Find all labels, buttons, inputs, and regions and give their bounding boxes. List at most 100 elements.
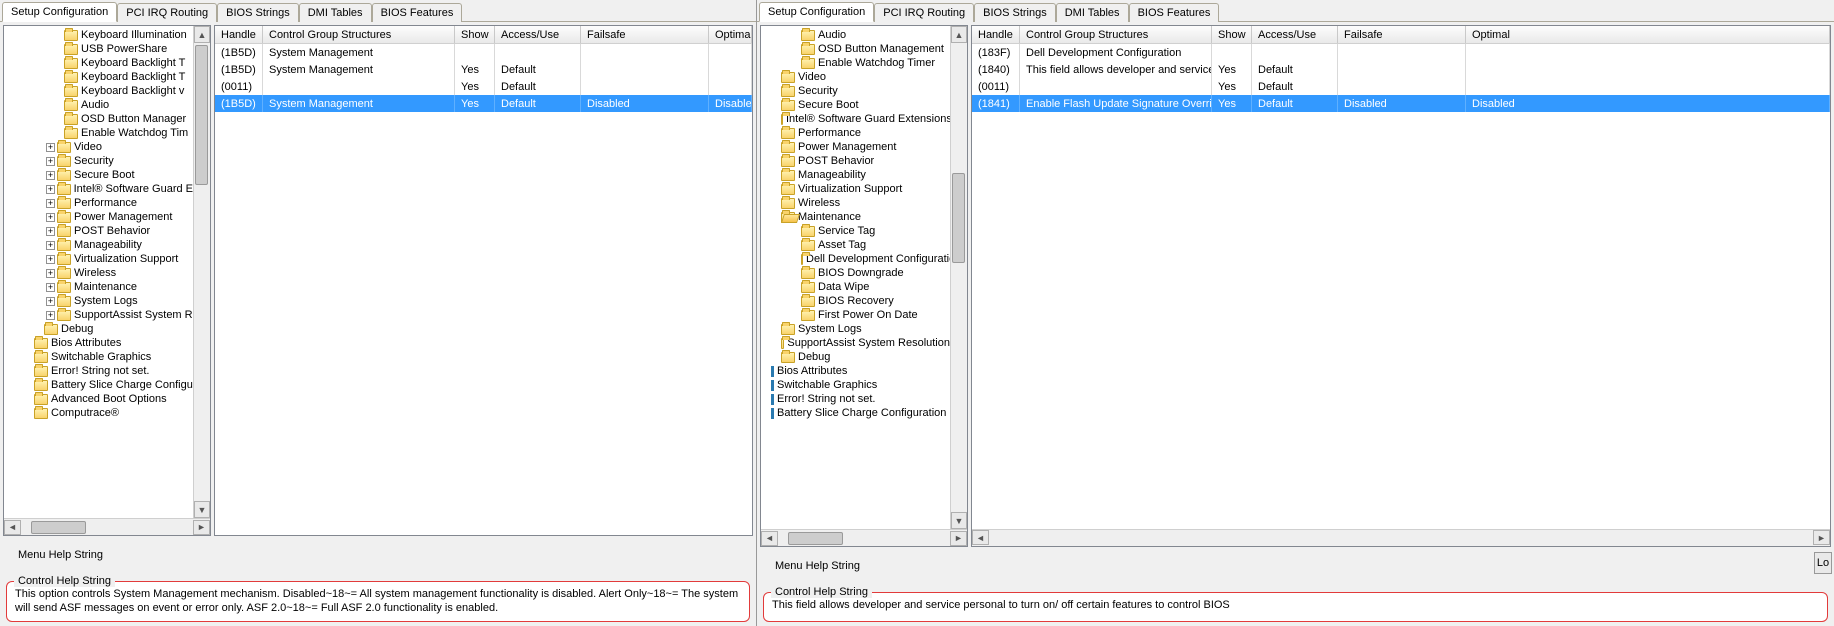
tree-item[interactable]: First Power On Date	[761, 308, 950, 322]
expander-icon[interactable]: +	[46, 283, 55, 292]
table-row[interactable]: (1840)This field allows developer and se…	[972, 61, 1830, 78]
col-show[interactable]: Show	[455, 26, 495, 43]
tree-item[interactable]: Maintenance	[761, 210, 950, 224]
table-row[interactable]: (0011)YesDefault	[972, 78, 1830, 95]
tree-item[interactable]: Data Wipe	[761, 280, 950, 294]
expander-icon[interactable]: +	[46, 157, 55, 166]
scroll-thumb[interactable]	[31, 521, 86, 534]
tree-item[interactable]: +SupportAssist System R	[4, 308, 193, 322]
tree-item[interactable]: +Intel® Software Guard E	[4, 182, 193, 196]
expander-icon[interactable]: +	[46, 255, 55, 264]
col-access-use[interactable]: Access/Use	[1252, 26, 1338, 43]
tree-vscroll[interactable]: ▲ ▼	[193, 26, 210, 518]
tree-item[interactable]: Video	[761, 70, 950, 84]
tab-pci-irq-routing[interactable]: PCI IRQ Routing	[117, 3, 217, 22]
tree-item[interactable]: System Logs	[761, 322, 950, 336]
tree-item[interactable]: +Secure Boot	[4, 168, 193, 182]
tree-hscroll[interactable]: ◄ ►	[761, 529, 967, 546]
tab-bios-features[interactable]: BIOS Features	[372, 3, 463, 22]
tree[interactable]: AudioOSD Button ManagementEnable Watchdo…	[761, 26, 950, 422]
expander-icon[interactable]: +	[46, 297, 55, 306]
tree-item[interactable]: Enable Watchdog Timer	[761, 56, 950, 70]
tree-item[interactable]: +Wireless	[4, 266, 193, 280]
tree-item[interactable]: USB PowerShare	[4, 42, 193, 56]
scroll-left-icon[interactable]: ◄	[4, 520, 21, 535]
scroll-right-icon[interactable]: ►	[950, 531, 967, 546]
tree-item[interactable]: Security	[761, 84, 950, 98]
tree-item[interactable]: Keyboard Illumination	[4, 28, 193, 42]
tree-item[interactable]: +Virtualization Support	[4, 252, 193, 266]
expander-icon[interactable]: +	[46, 241, 55, 250]
tree-item[interactable]: POST Behavior	[761, 154, 950, 168]
side-button[interactable]: Lo	[1814, 552, 1832, 574]
tree-item[interactable]: +Power Management	[4, 210, 193, 224]
table-row[interactable]: (1841)Enable Flash Update Signature Over…	[972, 95, 1830, 112]
tree-item[interactable]: Intel® Software Guard Extensions™	[761, 112, 950, 126]
tree-item[interactable]: Bios Attributes	[761, 364, 950, 378]
tree-item[interactable]: +Security	[4, 154, 193, 168]
tree-item[interactable]: Debug	[4, 322, 193, 336]
scroll-thumb[interactable]	[195, 45, 208, 185]
tree-item[interactable]: Wireless	[761, 196, 950, 210]
tree-hscroll[interactable]: ◄ ►	[4, 518, 210, 535]
tree-item[interactable]: Switchable Graphics	[761, 378, 950, 392]
tree-item[interactable]: Error! String not set.	[761, 392, 950, 406]
scroll-right-icon[interactable]: ►	[1813, 530, 1830, 545]
col-show[interactable]: Show	[1212, 26, 1252, 43]
expander-icon[interactable]: +	[46, 213, 55, 222]
col-optimal[interactable]: Optimal	[709, 26, 752, 43]
table-row[interactable]: (1B5D)System ManagementYesDefault	[215, 61, 752, 78]
tab-setup-configuration[interactable]: Setup Configuration	[2, 2, 117, 22]
tree-item[interactable]: Debug	[761, 350, 950, 364]
tree-item[interactable]: Bios Attributes	[4, 336, 193, 350]
col-optimal[interactable]: Optimal	[1466, 26, 1830, 43]
col-handle[interactable]: Handle	[215, 26, 263, 43]
tree-item[interactable]: Enable Watchdog Tim	[4, 126, 193, 140]
scroll-up-icon[interactable]: ▲	[951, 26, 967, 43]
tree-item[interactable]: OSD Button Manager	[4, 112, 193, 126]
scroll-down-icon[interactable]: ▼	[194, 501, 210, 518]
tab-dmi-tables[interactable]: DMI Tables	[299, 3, 372, 22]
tree-item[interactable]: Computrace®	[4, 406, 193, 420]
scroll-thumb[interactable]	[952, 173, 965, 263]
tree-item[interactable]: Audio	[761, 28, 950, 42]
scroll-left-icon[interactable]: ◄	[972, 530, 989, 545]
tree-item[interactable]: Audio	[4, 98, 193, 112]
col-failsafe[interactable]: Failsafe	[1338, 26, 1466, 43]
tree-item[interactable]: Battery Slice Charge Configu	[4, 378, 193, 392]
tree-item[interactable]: Advanced Boot Options	[4, 392, 193, 406]
expander-icon[interactable]: +	[46, 227, 55, 236]
tree-vscroll[interactable]: ▲ ▼	[950, 26, 967, 529]
col-failsafe[interactable]: Failsafe	[581, 26, 709, 43]
table-row[interactable]: (183F)Dell Development Configuration	[972, 44, 1830, 61]
tree-item[interactable]: Keyboard Backlight v	[4, 84, 193, 98]
tree-item[interactable]: +Video	[4, 140, 193, 154]
scroll-thumb[interactable]	[788, 532, 843, 545]
tree-item[interactable]: +System Logs	[4, 294, 193, 308]
expander-icon[interactable]: +	[46, 185, 55, 194]
expander-icon[interactable]: +	[46, 199, 55, 208]
scroll-up-icon[interactable]: ▲	[194, 26, 210, 43]
tree-item[interactable]: Performance	[761, 126, 950, 140]
tree-item[interactable]: Keyboard Backlight T	[4, 56, 193, 70]
tab-setup-configuration[interactable]: Setup Configuration	[759, 2, 874, 22]
tree-item[interactable]: Manageability	[761, 168, 950, 182]
tree-item[interactable]: Dell Development Configuration	[761, 252, 950, 266]
tab-dmi-tables[interactable]: DMI Tables	[1056, 3, 1129, 22]
tab-bios-strings[interactable]: BIOS Strings	[217, 3, 299, 22]
col-cgs[interactable]: Control Group Structures	[263, 26, 455, 43]
tree-item[interactable]: OSD Button Management	[761, 42, 950, 56]
tree-item[interactable]: Error! String not set.	[4, 364, 193, 378]
tree[interactable]: Keyboard IlluminationUSB PowerShareKeybo…	[4, 26, 193, 422]
tree-item[interactable]: Power Management	[761, 140, 950, 154]
tree-item[interactable]: BIOS Recovery	[761, 294, 950, 308]
table-row[interactable]: (0011)YesDefault	[215, 78, 752, 95]
table-row[interactable]: (1B5D)System Management	[215, 44, 752, 61]
tree-item[interactable]: Service Tag	[761, 224, 950, 238]
tab-bios-strings[interactable]: BIOS Strings	[974, 3, 1056, 22]
tree-item[interactable]: Secure Boot	[761, 98, 950, 112]
tree-item[interactable]: BIOS Downgrade	[761, 266, 950, 280]
scroll-right-icon[interactable]: ►	[193, 520, 210, 535]
expander-icon[interactable]: +	[46, 171, 55, 180]
scroll-down-icon[interactable]: ▼	[951, 512, 967, 529]
